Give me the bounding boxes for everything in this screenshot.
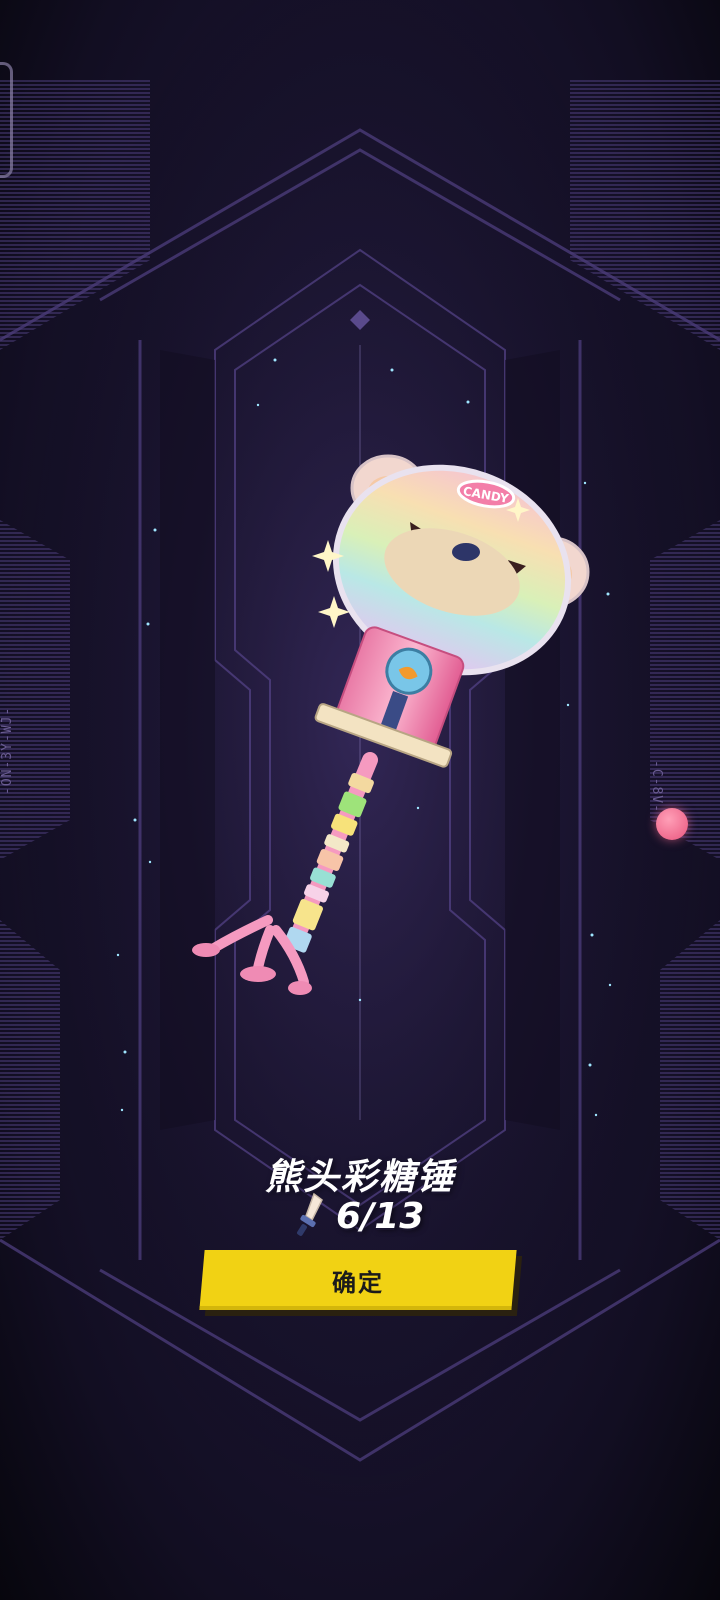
confirm-button[interactable]: 确定 <box>199 1250 517 1310</box>
bear-hammer-illustration: CANDY <box>192 454 590 995</box>
item-count-row: 6/13 <box>290 1192 424 1240</box>
sword-icon <box>297 1192 323 1236</box>
item-count: 6/13 <box>336 1195 425 1237</box>
reward-screen: -ON-3Y-WJ- -C-8V- CANDY 熊头彩糖锤 6/13 确定 <box>0 0 720 1600</box>
confirm-button-label: 确定 <box>332 1268 384 1297</box>
